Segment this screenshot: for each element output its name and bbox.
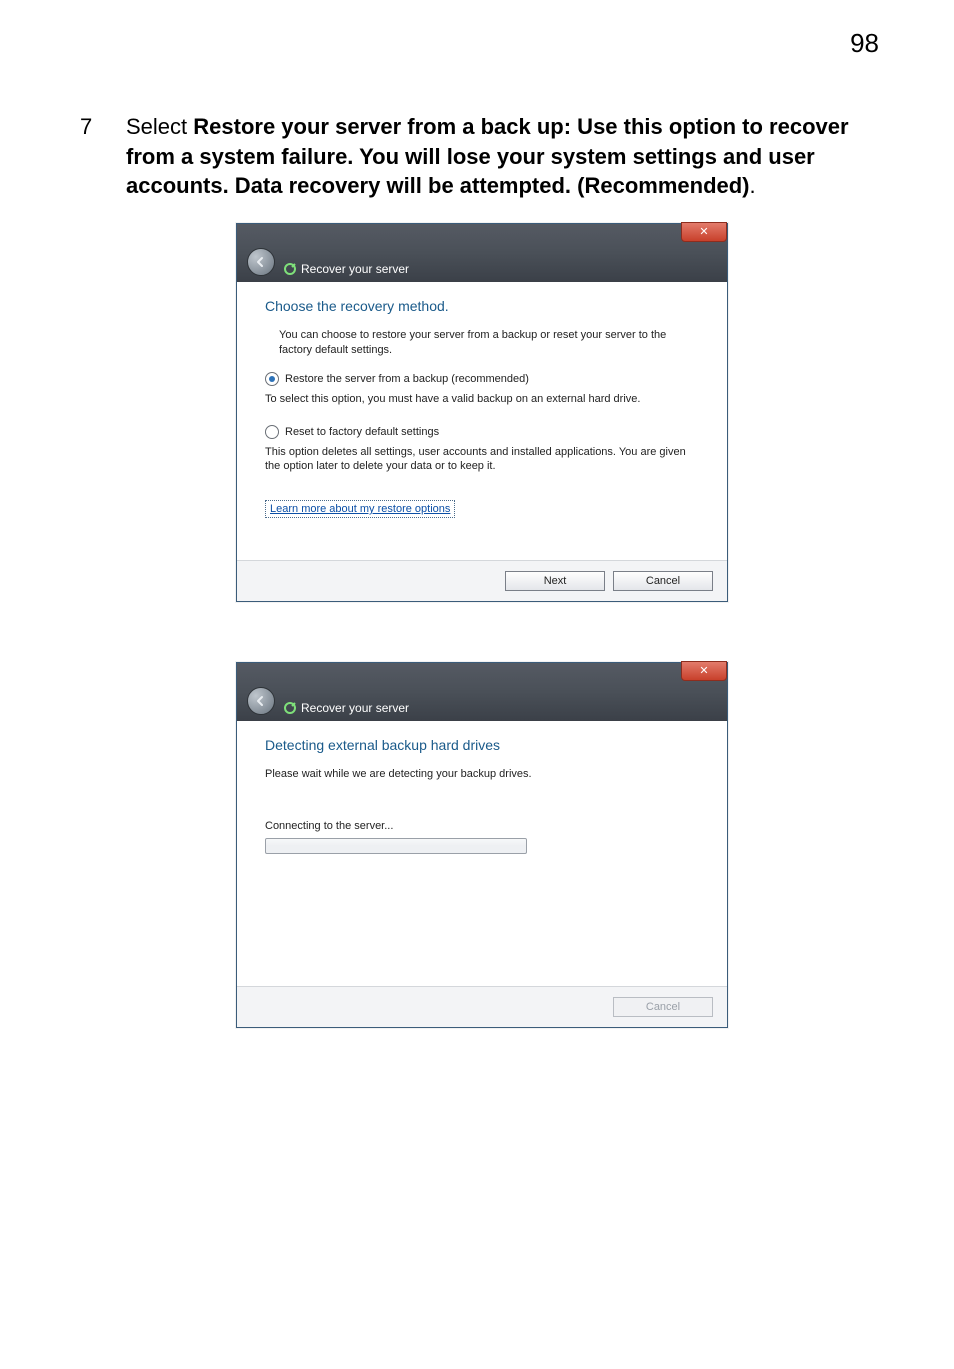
wizard-icon [283, 701, 297, 715]
detecting-drives-dialog: Recover your server ✕ Detecting external… [236, 662, 728, 1028]
wizard-icon [283, 262, 297, 276]
back-button[interactable] [247, 687, 275, 715]
breadcrumb-label: Recover your server [301, 701, 409, 715]
back-arrow-icon [255, 695, 267, 707]
back-button[interactable] [247, 248, 275, 276]
close-icon: ✕ [699, 227, 708, 238]
option-restore[interactable]: Restore the server from a backup (recomm… [265, 372, 699, 386]
dialog-intro: Please wait while we are detecting your … [265, 767, 699, 782]
progress-label: Connecting to the server... [265, 820, 699, 832]
close-button[interactable]: ✕ [681, 661, 727, 681]
next-button[interactable]: Next [505, 571, 605, 591]
option-reset-label: Reset to factory default settings [285, 426, 439, 438]
step-suffix: . [750, 173, 756, 198]
radio-unselected-icon [265, 425, 279, 439]
step-prefix: Select [126, 114, 193, 139]
cancel-button[interactable]: Cancel [613, 997, 713, 1017]
dialog-body: Choose the recovery method. You can choo… [237, 282, 727, 560]
radio-selected-icon [265, 372, 279, 386]
option-restore-desc: To select this option, you must have a v… [265, 392, 699, 407]
dialog-header: Recover your server ✕ [237, 224, 727, 282]
breadcrumb: Recover your server [283, 262, 409, 276]
instruction-step: 7 Select Restore your server from a back… [80, 112, 884, 201]
dialog-header: Recover your server ✕ [237, 663, 727, 721]
dialog-footer: Cancel [237, 986, 727, 1027]
option-restore-label: Restore the server from a backup (recomm… [285, 373, 529, 385]
option-reset-desc: This option deletes all settings, user a… [265, 445, 699, 475]
progress-bar [265, 838, 527, 854]
breadcrumb: Recover your server [283, 701, 409, 715]
learn-more-link[interactable]: Learn more about my restore options [265, 500, 455, 518]
dialog-footer: Next Cancel [237, 560, 727, 601]
dialog-title: Choose the recovery method. [265, 298, 699, 314]
dialog-body: Detecting external backup hard drives Pl… [237, 721, 727, 986]
step-bold: Restore your server from a back up: Use … [126, 114, 849, 198]
recovery-method-dialog: Recover your server ✕ Choose the recover… [236, 223, 728, 602]
step-number: 7 [80, 112, 126, 201]
page-number: 98 [850, 28, 879, 59]
breadcrumb-label: Recover your server [301, 262, 409, 276]
close-icon: ✕ [699, 666, 708, 677]
step-text: Select Restore your server from a back u… [126, 112, 884, 201]
cancel-button[interactable]: Cancel [613, 571, 713, 591]
dialog-intro: You can choose to restore your server fr… [279, 328, 699, 358]
dialog-title: Detecting external backup hard drives [265, 737, 699, 753]
close-button[interactable]: ✕ [681, 222, 727, 242]
back-arrow-icon [255, 256, 267, 268]
option-reset[interactable]: Reset to factory default settings [265, 425, 699, 439]
